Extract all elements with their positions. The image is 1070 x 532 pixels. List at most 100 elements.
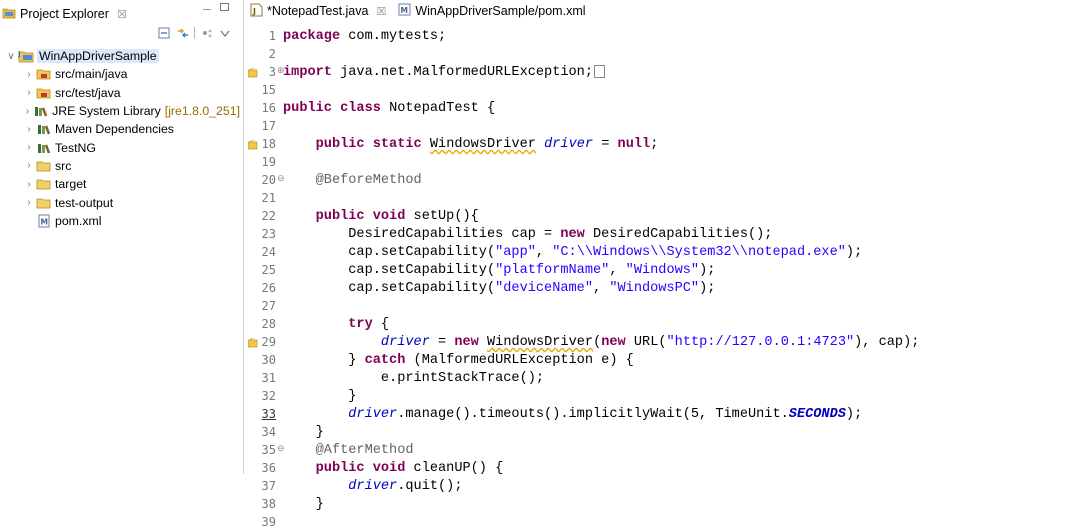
link-with-editor-icon[interactable] <box>176 27 188 39</box>
code-token: driver <box>348 407 398 422</box>
chevron-down-icon[interactable]: ∨ <box>4 51 18 62</box>
tree-item-target[interactable]: › target <box>0 175 240 193</box>
code-line[interactable]: 18 public static WindowsDriver driver = … <box>244 136 1070 154</box>
chevron-right-icon[interactable]: › <box>22 124 36 135</box>
tree-item-pom-xml[interactable]: Mpom.xml <box>0 212 240 230</box>
code-line[interactable]: 31 e.printStackTrace(); <box>244 370 1070 388</box>
code-line[interactable]: 30 } catch (MalformedURLException e) { <box>244 352 1070 370</box>
collapse-all-icon[interactable] <box>158 27 170 39</box>
editor-tab-label: WinAppDriverSample/pom.xml <box>415 4 586 18</box>
code-token: = <box>429 335 455 350</box>
library-icon <box>36 122 52 136</box>
line-number: 36 <box>261 461 276 475</box>
code-text: try { <box>283 316 389 334</box>
code-token: new <box>560 227 585 242</box>
code-text: public void setUp(){ <box>283 208 479 226</box>
chevron-right-icon[interactable]: › <box>22 197 36 208</box>
code-token: import <box>283 65 332 80</box>
tree-item-label: test-output <box>55 195 114 210</box>
code-line[interactable]: 3 ⊕ import java.net.MalformedURLException; <box>244 64 1070 82</box>
code-token: ); <box>699 263 716 278</box>
view-menu-icon[interactable] <box>219 27 231 39</box>
editor-tab-pom[interactable]: M WinAppDriverSample/pom.xml <box>392 1 591 21</box>
code-line[interactable]: 1 package com.mytests; <box>244 28 1070 46</box>
folder-icon <box>36 159 52 173</box>
code-line[interactable]: 36 public void cleanUP() { <box>244 460 1070 478</box>
chevron-right-icon[interactable]: › <box>22 160 36 171</box>
code-token: "platformName" <box>495 263 610 278</box>
tree-item-src-test-java[interactable]: › src/test/java <box>0 84 240 102</box>
tree-item-test-output[interactable]: › test-output <box>0 193 240 211</box>
code-line[interactable]: 38 } <box>244 496 1070 514</box>
code-line[interactable]: 17 <box>244 118 1070 136</box>
code-line[interactable]: 26 cap.setCapability("deviceName", "Wind… <box>244 280 1070 298</box>
code-line[interactable]: 39 <box>244 514 1070 532</box>
code-token: @AfterMethod <box>315 443 414 458</box>
source-folder-icon <box>36 67 52 81</box>
line-number: 20 <box>261 173 276 187</box>
code-token: (MalformedURLException e) { <box>405 353 634 368</box>
collapsed-imports-icon[interactable] <box>594 64 605 78</box>
code-line[interactable]: 21 <box>244 190 1070 208</box>
code-line[interactable]: 28 try { <box>244 316 1070 334</box>
code-line[interactable]: 34 } <box>244 424 1070 442</box>
tree-item-jre-system-library[interactable]: › JRE System Library [jre1.8.0_251] <box>0 102 240 120</box>
minimize-icon[interactable]: ─ <box>203 4 211 16</box>
line-number: 25 <box>261 263 276 277</box>
maximize-icon[interactable] <box>220 3 229 11</box>
code-token: ; <box>650 137 659 152</box>
code-line[interactable]: 19 <box>244 154 1070 172</box>
chevron-right-icon[interactable]: › <box>22 106 33 117</box>
tree-item-winappdriversample[interactable]: ∨ J WinAppDriverSample <box>0 47 240 65</box>
code-line[interactable]: 23 DesiredCapabilities cap = new Desired… <box>244 226 1070 244</box>
close-icon[interactable]: ☒ <box>117 8 127 21</box>
line-number: 19 <box>261 155 276 169</box>
code-line[interactable]: 32 } <box>244 388 1070 406</box>
code-token: cap.setCapability( <box>283 281 496 296</box>
code-line[interactable]: 24 cap.setCapability("app", "C:\\Windows… <box>244 244 1070 262</box>
code-area[interactable]: 1 package com.mytests; 2 3 ⊕ import java.net.… <box>244 28 1070 532</box>
focus-icon[interactable] <box>201 27 213 39</box>
tree-item-testng[interactable]: › TestNG <box>0 138 240 156</box>
line-number: 35 <box>261 443 276 457</box>
line-number: 22 <box>261 209 276 223</box>
tree-item-label: src <box>55 158 72 173</box>
chevron-right-icon[interactable]: › <box>22 69 36 80</box>
code-line[interactable]: 29 driver = new WindowsDriver(new URL("h… <box>244 334 1070 352</box>
code-token: null <box>617 137 651 152</box>
code-line[interactable]: 20 ⊖ @BeforeMethod <box>244 172 1070 190</box>
project-explorer-tab[interactable]: Project Explorer ☒ <box>2 4 127 24</box>
line-number: 24 <box>261 245 276 259</box>
editor-tab-notepadtest[interactable]: J *NotepadTest.java ☒ <box>244 1 393 21</box>
chevron-right-icon[interactable]: › <box>22 87 36 98</box>
tree-item-label: TestNG <box>55 140 96 155</box>
code-line[interactable]: 37 driver.quit(); <box>244 478 1070 496</box>
chevron-right-icon[interactable]: › <box>22 142 36 153</box>
code-token: = <box>593 137 618 152</box>
line-number: 17 <box>261 119 276 133</box>
library-icon <box>36 141 52 155</box>
code-line[interactable]: 33 driver.manage().timeouts().implicitly… <box>244 406 1070 424</box>
code-token: .manage().timeouts().implicitlyWait(5, T… <box>397 407 789 422</box>
chevron-right-icon[interactable]: › <box>22 179 36 190</box>
java-project-icon: J <box>18 49 34 63</box>
code-line[interactable]: 25 cap.setCapability("platformName", "Wi… <box>244 262 1070 280</box>
code-token: new <box>454 335 479 350</box>
code-line[interactable]: 2 <box>244 46 1070 64</box>
code-text: } <box>283 388 356 406</box>
code-line[interactable]: 22 public void setUp(){ <box>244 208 1070 226</box>
code-line[interactable]: 35 ⊖ @AfterMethod <box>244 442 1070 460</box>
java-file-icon: J <box>250 3 263 20</box>
code-line[interactable]: 16 public class NotepadTest { <box>244 100 1070 118</box>
code-text: cap.setCapability("app", "C:\\Windows\\S… <box>283 244 862 262</box>
tree-item-src[interactable]: › src <box>0 157 240 175</box>
code-line[interactable]: 15 <box>244 82 1070 100</box>
tree-item-src-main-java[interactable]: › src/main/java <box>0 65 240 83</box>
source-folder-icon <box>36 86 52 100</box>
code-line[interactable]: 27 <box>244 298 1070 316</box>
tree-item-maven-dependencies[interactable]: › Maven Dependencies <box>0 120 240 138</box>
close-icon[interactable]: ☒ <box>376 5 386 18</box>
